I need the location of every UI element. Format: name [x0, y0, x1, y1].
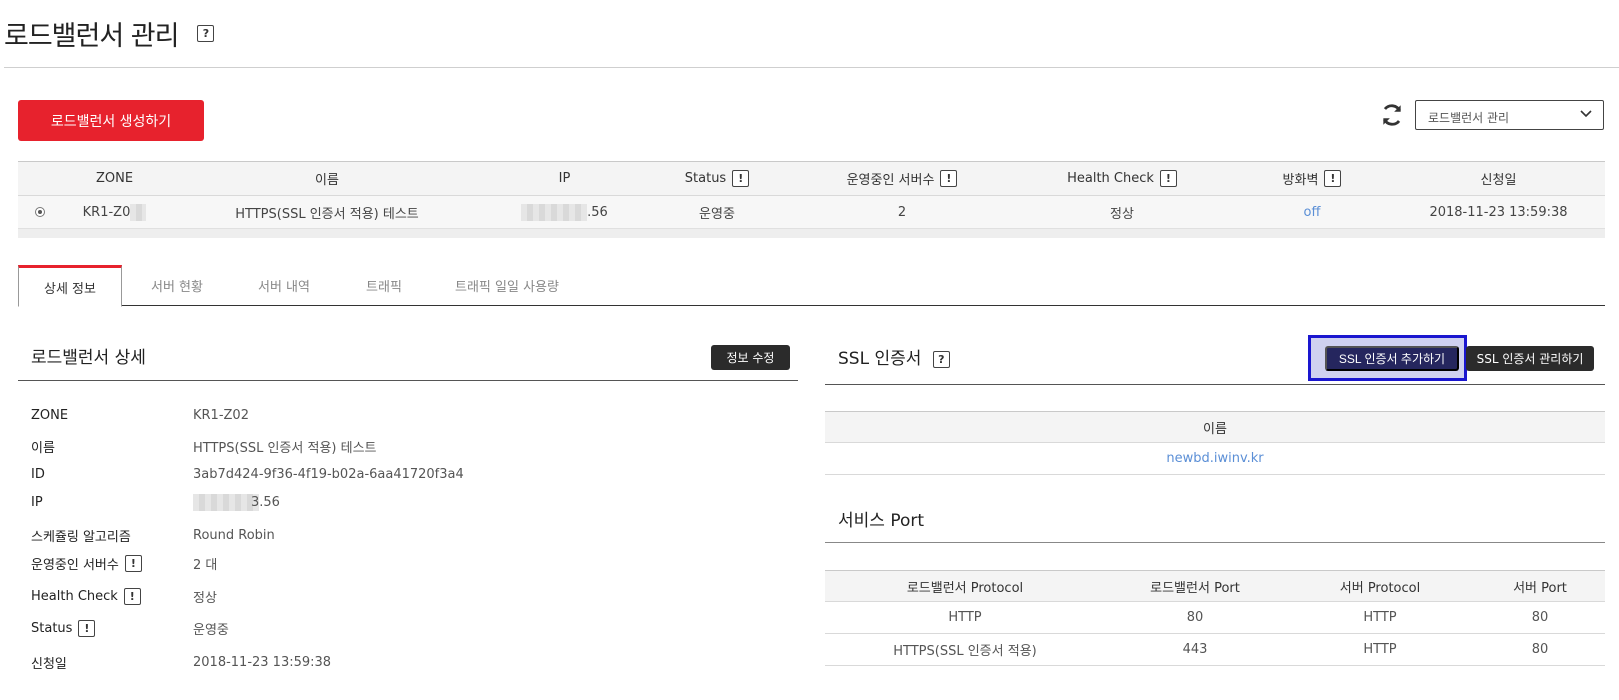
info-icon[interactable]: !: [78, 620, 96, 637]
detail-row-zone: ZONE KR1-Z02: [31, 408, 249, 423]
detail-row-health: Health Check! 정상: [31, 588, 217, 606]
header-lb-protocol: 로드밸런서 Protocol: [906, 580, 1024, 596]
cell-servers: 2: [897, 204, 907, 220]
edit-info-button[interactable]: 정보 수정: [711, 345, 790, 370]
detail-row-servers: 운영중인 서버수! 2 대: [31, 555, 218, 573]
info-icon[interactable]: !: [1159, 170, 1177, 187]
row-radio[interactable]: [35, 207, 45, 217]
header-firewall: 방화벽!: [1232, 169, 1392, 188]
page-title: 로드밸런서 관리 ?: [4, 14, 214, 53]
cell-health: 정상: [1110, 206, 1134, 222]
view-select[interactable]: 로드밸런서 관리: [1415, 100, 1604, 130]
info-icon[interactable]: !: [124, 555, 142, 572]
cell-ip: .56: [487, 203, 642, 221]
header-name: 이름: [315, 173, 339, 188]
cell-date: 2018-11-23 13:59:38: [1429, 204, 1568, 220]
cell-zone: KR1-Z0: [62, 203, 167, 221]
info-icon[interactable]: !: [1324, 170, 1342, 187]
table-row: HTTPS(SSL 인증서 적용) 443 HTTP 80: [825, 634, 1605, 666]
header-server-port: 서버 Port: [1513, 580, 1567, 596]
manage-ssl-certificate-button[interactable]: SSL 인증서 관리하기: [1466, 346, 1594, 371]
firewall-link[interactable]: off: [1232, 205, 1392, 220]
detail-divider: [18, 380, 798, 381]
table-row[interactable]: KR1-Z0 HTTPS(SSL 인증서 적용) 테스트 .56 운영중 2 정…: [18, 196, 1605, 229]
ssl-divider: [825, 384, 1605, 385]
ssl-section-title: SSL 인증서 ?: [838, 344, 950, 369]
page-title-text: 로드밸런서 관리: [4, 21, 179, 52]
detail-row-ip: IP 3.56: [31, 494, 280, 511]
view-select-value: 로드밸런서 관리: [1428, 111, 1510, 125]
redacted-block: [193, 494, 259, 511]
detail-row-date: 신청일 2018-11-23 13:59:38: [31, 655, 332, 672]
header-zone: ZONE: [95, 171, 134, 186]
cell-status: 운영중: [699, 206, 735, 222]
chevron-down-icon: [1580, 110, 1592, 118]
info-icon[interactable]: !: [123, 588, 141, 605]
refresh-icon[interactable]: [1379, 102, 1405, 128]
detail-row-name: 이름 HTTPS(SSL 인증서 적용) 테스트: [31, 441, 377, 456]
service-port-table: 로드밸런서 Protocol 로드밸런서 Port 서버 Protocol 서버…: [825, 570, 1605, 666]
detail-row-status: Status! 운영중: [31, 620, 229, 638]
header-cert-name: 이름: [1203, 421, 1227, 437]
table-header: ZONE 이름 IP Status! 운영중인 서버수! Health Chec…: [18, 161, 1605, 196]
table-header: 이름: [825, 411, 1605, 443]
detail-section-title: 로드밸런서 상세: [31, 348, 146, 368]
help-icon[interactable]: ?: [197, 25, 214, 42]
table-row: newbd.iwinv.kr: [825, 443, 1605, 475]
horizontal-scrollbar[interactable]: [18, 229, 1605, 238]
detail-row-id: ID 3ab7d424-9f36-4f19-b02a-6aa41720f3a4: [31, 467, 464, 482]
redacted-block: [130, 203, 147, 221]
ssl-certificate-link[interactable]: newbd.iwinv.kr: [825, 451, 1605, 466]
tab-server-status[interactable]: 서버 현황: [122, 265, 232, 306]
tab-daily-traffic[interactable]: 트래픽 일일 사용량: [432, 265, 582, 306]
info-icon[interactable]: !: [940, 170, 958, 187]
create-load-balancer-button[interactable]: 로드밸런서 생성하기: [18, 100, 204, 141]
header-date: 신청일: [1480, 173, 1517, 188]
tab-server-history[interactable]: 서버 내역: [232, 265, 336, 306]
load-balancer-table: ZONE 이름 IP Status! 운영중인 서버수! Health Chec…: [18, 161, 1605, 238]
table-row: HTTP 80 HTTP 80: [825, 602, 1605, 634]
add-ssl-certificate-button[interactable]: SSL 인증서 추가하기: [1325, 346, 1459, 371]
tab-traffic[interactable]: 트래픽: [336, 265, 432, 306]
tab-detail-info[interactable]: 상세 정보: [18, 265, 122, 307]
header-ip: IP: [558, 171, 571, 186]
redacted-block: [521, 203, 588, 221]
header-server-protocol: 서버 Protocol: [1339, 580, 1421, 596]
header-servers: 운영중인 서버수!: [792, 169, 1012, 188]
info-icon[interactable]: !: [732, 170, 750, 187]
cell-name: HTTPS(SSL 인증서 적용) 테스트: [235, 206, 419, 222]
service-port-title: 서비스 Port: [838, 511, 925, 531]
header-health-check: Health Check!: [1012, 170, 1232, 187]
header-lb-port: 로드밸런서 Port: [1150, 580, 1240, 596]
title-divider: [4, 67, 1619, 68]
help-icon[interactable]: ?: [932, 350, 950, 368]
header-status: Status!: [642, 170, 792, 187]
detail-row-algorithm: 스케쥴링 알고리즘 Round Robin: [31, 528, 275, 545]
service-port-divider: [825, 542, 1605, 543]
ssl-table: 이름 newbd.iwinv.kr: [825, 411, 1605, 475]
detail-tabs: 상세 정보 서버 현황 서버 내역 트래픽 트래픽 일일 사용량: [18, 265, 1605, 307]
table-header: 로드밸런서 Protocol 로드밸런서 Port 서버 Protocol 서버…: [825, 570, 1605, 602]
